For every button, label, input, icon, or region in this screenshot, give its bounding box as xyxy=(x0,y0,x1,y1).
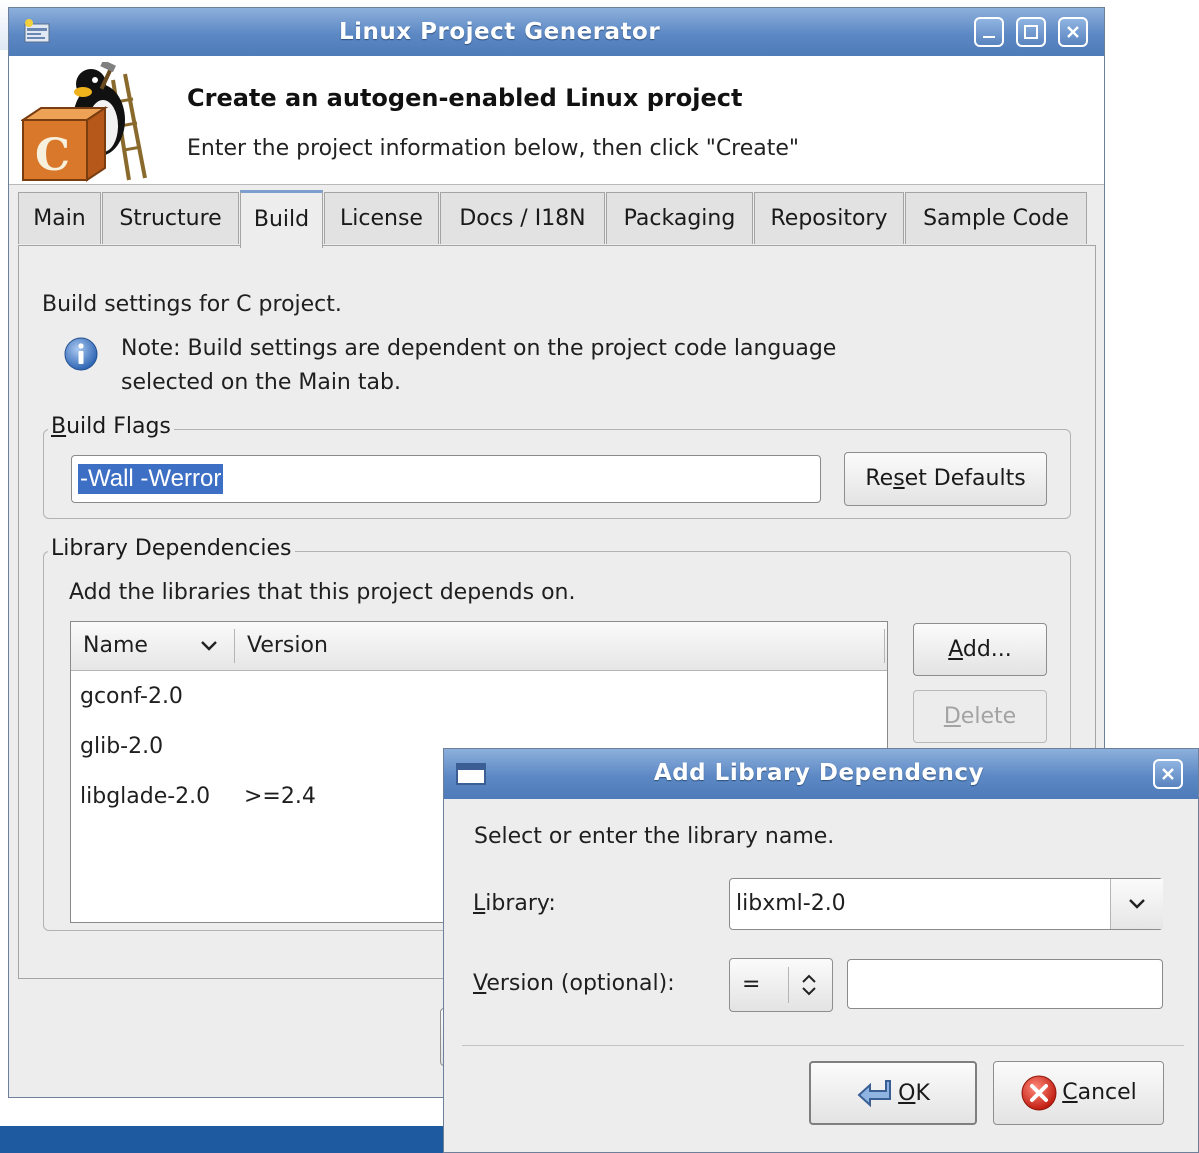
header-subtitle: Enter the project information below, the… xyxy=(187,136,800,161)
tab-license[interactable]: License xyxy=(324,192,439,244)
column-header-version[interactable]: Version xyxy=(247,633,328,658)
library-label: Library: xyxy=(473,891,556,916)
tab-main[interactable]: Main xyxy=(18,192,101,244)
library-version: >=2.4 xyxy=(244,784,316,809)
library-combo-value[interactable]: libxml-2.0 xyxy=(736,891,846,916)
tux-builder-logo: C xyxy=(19,59,151,182)
library-name: glib-2.0 xyxy=(80,734,164,759)
add-library-button[interactable]: Add... xyxy=(913,623,1047,676)
library-list-header: Name Version xyxy=(71,622,887,671)
note-line-2: selected on the Main tab. xyxy=(121,370,401,395)
minimize-button[interactable] xyxy=(974,17,1004,47)
tab-build[interactable]: Build xyxy=(240,190,323,248)
library-combo[interactable]: libxml-2.0 xyxy=(729,878,1163,930)
dialog-prompt: Select or enter the library name. xyxy=(474,824,835,849)
build-flags-label: Build Flags xyxy=(48,414,174,439)
close-button[interactable] xyxy=(1058,17,1088,47)
version-label: Version (optional): xyxy=(473,971,675,996)
tab-packaging[interactable]: Packaging xyxy=(606,192,753,244)
tab-structure[interactable]: Structure xyxy=(102,192,239,244)
reset-defaults-button[interactable]: Reset Defaults xyxy=(844,452,1047,506)
library-combo-dropdown[interactable] xyxy=(1110,879,1163,929)
add-library-dialog-titlebar[interactable]: Add Library Dependency xyxy=(444,749,1198,799)
chevron-down-icon xyxy=(1129,899,1145,909)
library-deps-label: Library Dependencies xyxy=(48,536,295,561)
library-name: libglade-2.0 xyxy=(80,784,211,809)
maximize-button[interactable] xyxy=(1016,17,1046,47)
app-icon[interactable] xyxy=(23,18,51,44)
tab-repository[interactable]: Repository xyxy=(754,192,904,244)
header-title: Create an autogen-enabled Linux project xyxy=(187,84,743,112)
svg-text:C: C xyxy=(35,130,70,181)
build-heading: Build settings for C project. xyxy=(42,292,342,317)
dialog-separator xyxy=(462,1045,1184,1046)
main-window-title: Linux Project Generator xyxy=(339,19,661,45)
column-header-name[interactable]: Name xyxy=(83,633,148,658)
note-line-1: Note: Build settings are dependent on th… xyxy=(121,336,837,361)
ok-button[interactable]: OK xyxy=(809,1061,977,1125)
library-deps-description: Add the libraries that this project depe… xyxy=(69,580,576,605)
version-input[interactable] xyxy=(847,959,1163,1009)
add-library-dialog-title: Add Library Dependency xyxy=(653,760,985,786)
cancel-icon xyxy=(1021,1075,1057,1111)
updown-arrows-icon xyxy=(802,974,816,996)
column-divider xyxy=(234,629,235,663)
info-icon xyxy=(63,336,99,372)
version-operator-value: = xyxy=(742,972,761,997)
window-icon[interactable] xyxy=(456,763,486,785)
cancel-button[interactable]: Cancel xyxy=(993,1061,1164,1125)
library-name: gconf-2.0 xyxy=(80,684,183,709)
main-window-titlebar[interactable]: Linux Project Generator xyxy=(9,8,1104,56)
version-operator-select[interactable]: = xyxy=(729,958,833,1012)
build-flags-value: -Wall -Werror xyxy=(78,464,224,494)
select-divider xyxy=(788,967,789,1003)
sort-down-icon xyxy=(199,638,219,654)
dialog-close-button[interactable] xyxy=(1153,759,1183,789)
column-divider-end xyxy=(884,629,885,663)
tab-sample-code[interactable]: Sample Code xyxy=(905,192,1087,244)
dialog-header: C Create an autogen-enabled Linux projec… xyxy=(9,56,1104,185)
add-library-dialog: Add Library Dependency Select or enter t… xyxy=(443,748,1199,1153)
table-row[interactable]: gconf-2.0 xyxy=(71,674,887,724)
tab-docs-i18n[interactable]: Docs / I18N xyxy=(440,192,605,244)
build-flags-input[interactable]: -Wall -Werror xyxy=(71,455,821,503)
delete-library-button[interactable]: Delete xyxy=(913,690,1047,743)
enter-arrow-icon xyxy=(857,1080,892,1108)
